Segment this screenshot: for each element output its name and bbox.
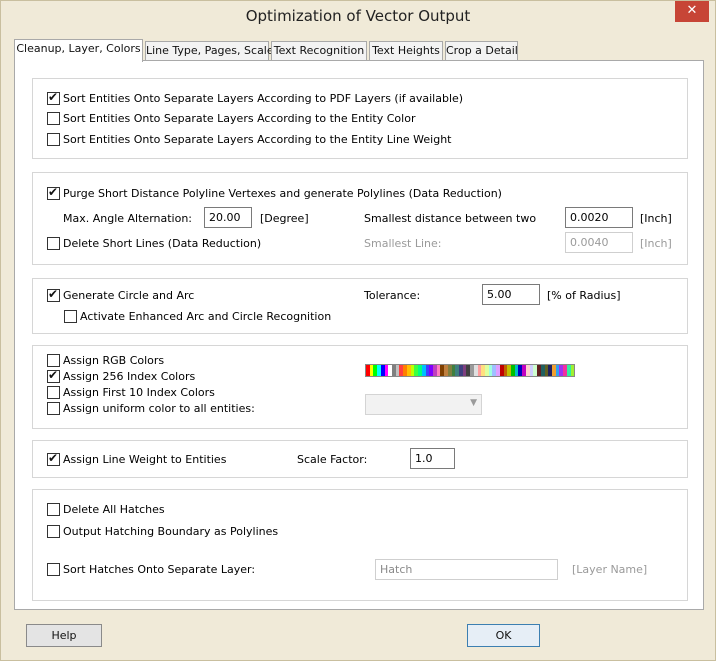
checkbox-box[interactable] [47, 237, 60, 250]
checkbox-box[interactable] [47, 112, 60, 125]
checkbox-label: Assign uniform color to all entities: [63, 402, 255, 415]
smallest-distance-unit: [Inch] [640, 212, 672, 225]
tab-panel: Sort Entities Onto Separate Layers Accor… [14, 60, 704, 610]
smallest-distance-label: Smallest distance between two [364, 212, 537, 225]
assign-uniform-color-checkbox[interactable]: Assign uniform color to all entities: [47, 402, 255, 415]
checkbox-label: Sort Entities Onto Separate Layers Accor… [63, 92, 464, 105]
window-title: Optimization of Vector Output [245, 7, 471, 25]
checkbox-label: Assign RGB Colors [63, 354, 165, 367]
checkbox-label: Delete All Hatches [63, 503, 165, 516]
title-bar: Optimization of Vector Output ✕ [1, 1, 715, 31]
checkbox-label: Sort Entities Onto Separate Layers Accor… [63, 133, 452, 146]
tab-text-heights[interactable]: Text Heights [369, 41, 443, 61]
line-weight-layer-checkbox[interactable]: Sort Entities Onto Separate Layers Accor… [47, 133, 452, 146]
enhanced-arc-checkbox[interactable]: Activate Enhanced Arc and Circle Recogni… [64, 310, 331, 323]
tolerance-label: Tolerance: [364, 289, 421, 302]
tolerance-input[interactable]: 5.00 [482, 284, 540, 305]
close-button[interactable]: ✕ [675, 1, 709, 22]
checkbox-label: Assign Line Weight to Entities [63, 453, 227, 466]
smallest-line-label: Smallest Line: [364, 237, 442, 250]
checkbox-box[interactable] [47, 503, 60, 516]
checkbox-box[interactable] [47, 386, 60, 399]
assign-rgb-checkbox[interactable]: Assign RGB Colors [47, 354, 164, 367]
checkbox-box[interactable] [47, 90, 60, 105]
sort-hatches-checkbox[interactable]: Sort Hatches Onto Separate Layer: [47, 563, 255, 576]
hatch-boundary-checkbox[interactable]: Output Hatching Boundary as Polylines [47, 525, 278, 538]
checkbox-box[interactable] [47, 525, 60, 538]
tab-crop-a-detail[interactable]: Crop a Detail [445, 41, 518, 61]
entity-color-checkbox[interactable]: Sort Entities Onto Separate Layers Accor… [47, 112, 415, 125]
color-palette-strip [365, 364, 575, 377]
checkbox-box[interactable] [47, 451, 60, 466]
assign-line-weight-checkbox[interactable]: Assign Line Weight to Entities [47, 451, 227, 466]
tab-text-recognition[interactable]: Text Recognition [271, 41, 367, 61]
checkbox-box[interactable] [47, 287, 60, 302]
max-angle-input[interactable]: 20.00 [204, 207, 252, 228]
checkbox-label: Sort Hatches Onto Separate Layer: [63, 563, 256, 576]
scale-factor-label: Scale Factor: [297, 453, 368, 466]
chevron-down-icon: ▼ [470, 398, 477, 408]
checkbox-box[interactable] [47, 563, 60, 576]
assign-first-10-checkbox[interactable]: Assign First 10 Index Colors [47, 386, 215, 399]
close-icon: ✕ [686, 3, 698, 18]
tolerance-unit: [% of Radius] [547, 289, 621, 302]
purge-vertexes-checkbox[interactable]: Purge Short Distance Polyline Vertexes a… [47, 185, 502, 200]
uniform-color-select[interactable]: ▼ [365, 394, 482, 415]
checkbox-label: Delete Short Lines (Data Reduction) [63, 237, 262, 250]
delete-short-lines-checkbox[interactable]: Delete Short Lines (Data Reduction) [47, 237, 261, 250]
dialog-window: Optimization of Vector Output ✕ Cleanup,… [0, 0, 716, 661]
circle-arc-group [32, 278, 688, 334]
checkbox-box[interactable] [47, 185, 60, 200]
palette-swatch [570, 365, 575, 376]
help-button[interactable]: Help [26, 624, 102, 647]
checkbox-label: Activate Enhanced Arc and Circle Recogni… [80, 310, 332, 323]
checkbox-box[interactable] [47, 368, 60, 383]
assign-256-index-checkbox[interactable]: Assign 256 Index Colors [47, 368, 196, 383]
tab-cleanup-layer-colors[interactable]: Cleanup, Layer, Colors [14, 39, 143, 62]
checkbox-box[interactable] [47, 402, 60, 415]
checkbox-label: Assign First 10 Index Colors [63, 386, 215, 399]
smallest-distance-input[interactable]: 0.0020 [565, 207, 633, 228]
max-angle-label: Max. Angle Alternation: [63, 212, 193, 225]
checkbox-label: Assign 256 Index Colors [63, 370, 196, 383]
pdf-layers-checkbox[interactable]: Sort Entities Onto Separate Layers Accor… [47, 90, 464, 105]
layer-name-hint: [Layer Name] [572, 563, 648, 576]
checkbox-label: Purge Short Distance Polyline Vertexes a… [63, 187, 502, 200]
checkbox-label: Sort Entities Onto Separate Layers Accor… [63, 112, 416, 125]
generate-circle-arc-checkbox[interactable]: Generate Circle and Arc [47, 287, 195, 302]
checkbox-box[interactable] [64, 310, 77, 323]
delete-hatches-checkbox[interactable]: Delete All Hatches [47, 503, 165, 516]
checkbox-label: Generate Circle and Arc [63, 289, 195, 302]
smallest-line-unit: [Inch] [640, 237, 672, 250]
tab-line-type-pages-scale[interactable]: Line Type, Pages, Scale [145, 41, 274, 61]
scale-factor-input[interactable]: 1.0 [410, 448, 455, 469]
smallest-line-input[interactable]: 0.0040 [565, 232, 633, 253]
checkbox-box[interactable] [47, 133, 60, 146]
checkbox-label: Output Hatching Boundary as Polylines [63, 525, 279, 538]
ok-button[interactable]: OK [467, 624, 540, 647]
hatch-layer-name-input[interactable]: Hatch [375, 559, 558, 580]
checkbox-box[interactable] [47, 354, 60, 367]
max-angle-unit: [Degree] [260, 212, 309, 225]
